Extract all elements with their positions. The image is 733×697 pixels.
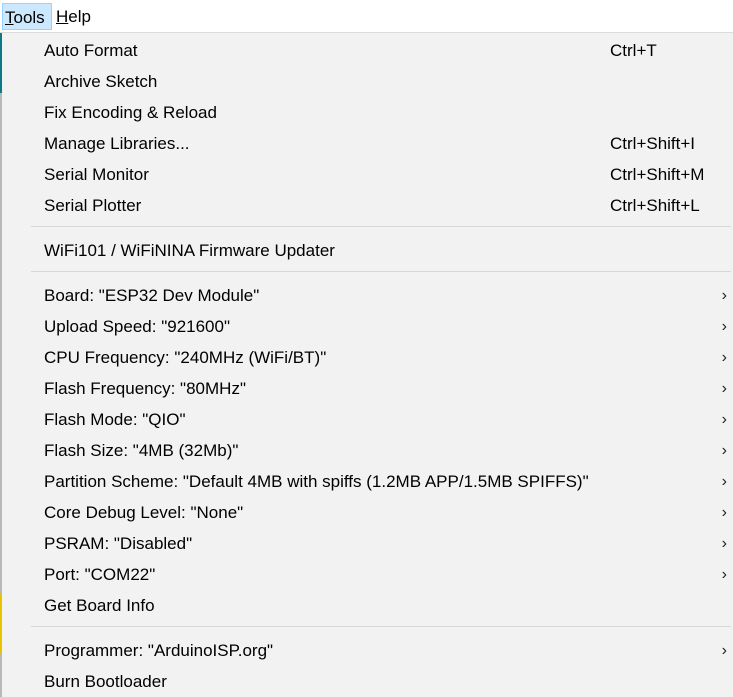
chevron-right-icon: › [721, 442, 727, 459]
menu-item-label: Auto Format [44, 41, 138, 60]
menu-item-label: Partition Scheme: "Default 4MB with spif… [44, 472, 589, 491]
menu-item-label: Serial Monitor [44, 165, 149, 184]
menu-item-label: Programmer: "ArduinoISP.org" [44, 641, 274, 660]
menu-item-shortcut: Ctrl+Shift+M [610, 165, 705, 184]
tools-dropdown-menu: Auto Format Ctrl+T Archive Sketch Fix En… [2, 33, 733, 697]
menu-item-label: Serial Plotter [44, 196, 142, 215]
menu-item-archive-sketch[interactable]: Archive Sketch [2, 66, 733, 97]
menu-item-label: Manage Libraries... [44, 134, 190, 153]
chevron-right-icon: › [721, 566, 727, 583]
menu-item-label: PSRAM: "Disabled" [44, 534, 193, 553]
menu-separator [31, 271, 731, 272]
menu-item-shortcut: Ctrl+T [610, 41, 657, 60]
menu-item-label: Fix Encoding & Reload [44, 103, 217, 122]
menu-item-shortcut: Ctrl+Shift+I [610, 134, 696, 153]
menu-help-mnemonic: H [56, 7, 69, 26]
menu-item-shortcut: Ctrl+Shift+L [610, 196, 700, 215]
menu-separator [31, 226, 731, 227]
menu-item-label: Upload Speed: "921600" [44, 317, 230, 336]
menu-item-burn-bootloader[interactable]: Burn Bootloader [2, 666, 733, 697]
chevron-right-icon: › [721, 287, 727, 304]
menu-item-label: Burn Bootloader [44, 672, 167, 691]
menu-help-label: elp [68, 7, 91, 26]
menu-item-flash-size[interactable]: Flash Size: "4MB (32Mb)" › [2, 435, 733, 466]
menu-bar: Tools Help [0, 0, 733, 33]
menu-item-label: Get Board Info [44, 596, 155, 615]
menu-item-label: CPU Frequency: "240MHz (WiFi/BT)" [44, 348, 327, 367]
menu-item-firmware-updater[interactable]: WiFi101 / WiFiNINA Firmware Updater [2, 235, 733, 266]
menu-item-label: Board: "ESP32 Dev Module" [44, 286, 260, 305]
menu-item-partition-scheme[interactable]: Partition Scheme: "Default 4MB with spif… [2, 466, 733, 497]
chevron-right-icon: › [721, 642, 727, 659]
menu-tools-mnemonic: T [5, 8, 14, 27]
menu-item-cpu-frequency[interactable]: CPU Frequency: "240MHz (WiFi/BT)" › [2, 342, 733, 373]
menu-item-label: Archive Sketch [44, 72, 158, 91]
menu-item-flash-mode[interactable]: Flash Mode: "QIO" › [2, 404, 733, 435]
chevron-right-icon: › [721, 504, 727, 521]
chevron-right-icon: › [721, 380, 727, 397]
menu-item-label: Port: "COM22" [44, 565, 156, 584]
menu-item-board[interactable]: Board: "ESP32 Dev Module" › [2, 280, 733, 311]
menu-item-psram[interactable]: PSRAM: "Disabled" › [2, 528, 733, 559]
menu-item-label: WiFi101 / WiFiNINA Firmware Updater [44, 241, 335, 260]
chevron-right-icon: › [721, 349, 727, 366]
chevron-right-icon: › [721, 318, 727, 335]
menu-item-serial-monitor[interactable]: Serial Monitor Ctrl+Shift+M [2, 159, 733, 190]
chevron-right-icon: › [721, 411, 727, 428]
menu-item-flash-frequency[interactable]: Flash Frequency: "80MHz" › [2, 373, 733, 404]
menu-item-auto-format[interactable]: Auto Format Ctrl+T [2, 35, 733, 66]
menu-item-port[interactable]: Port: "COM22" › [2, 559, 733, 590]
menu-item-label: Flash Mode: "QIO" [44, 410, 186, 429]
menu-item-fix-encoding[interactable]: Fix Encoding & Reload [2, 97, 733, 128]
menu-tools[interactable]: Tools [2, 3, 52, 30]
chevron-right-icon: › [721, 535, 727, 552]
menu-item-manage-libraries[interactable]: Manage Libraries... Ctrl+Shift+I [2, 128, 733, 159]
chevron-right-icon: › [721, 473, 727, 490]
menu-item-label: Core Debug Level: "None" [44, 503, 244, 522]
menu-item-label: Flash Frequency: "80MHz" [44, 379, 246, 398]
menu-item-serial-plotter[interactable]: Serial Plotter Ctrl+Shift+L [2, 190, 733, 221]
menu-item-upload-speed[interactable]: Upload Speed: "921600" › [2, 311, 733, 342]
menu-item-label: Flash Size: "4MB (32Mb)" [44, 441, 239, 460]
menu-item-core-debug-level[interactable]: Core Debug Level: "None" › [2, 497, 733, 528]
menu-tools-label: ools [13, 8, 45, 27]
menu-help[interactable]: Help [54, 3, 96, 30]
menu-item-get-board-info[interactable]: Get Board Info [2, 590, 733, 621]
menu-item-programmer[interactable]: Programmer: "ArduinoISP.org" › [2, 635, 733, 666]
menu-separator [31, 626, 731, 627]
